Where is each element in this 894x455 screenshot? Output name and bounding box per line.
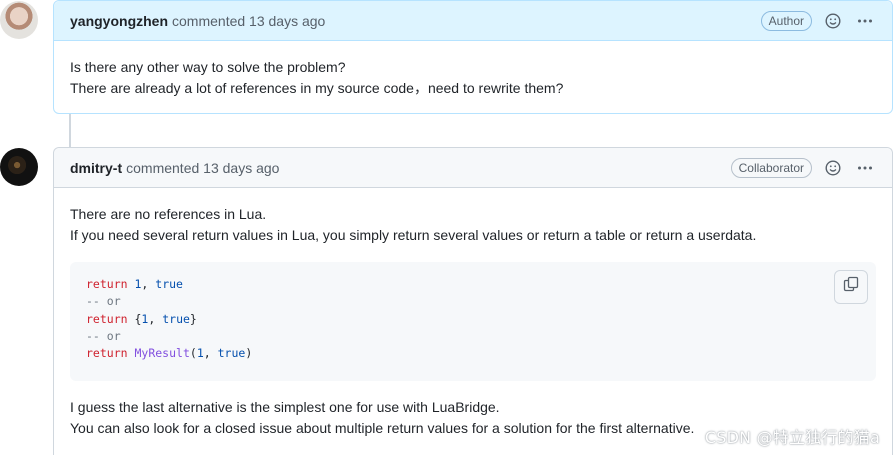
code-line: return MyResult(1, true): [86, 346, 253, 361]
code-line: return 1, true: [86, 277, 183, 291]
kebab-horizontal-icon[interactable]: [854, 10, 876, 32]
author-badge: Author: [760, 10, 812, 31]
avatar-dmitry-t[interactable]: [0, 148, 38, 186]
comment-header: yangyongzhen commented 13 days ago Autho…: [54, 1, 892, 41]
comment-text-line: There are no references in Lua.: [70, 206, 267, 222]
smiley-icon[interactable]: [822, 157, 844, 179]
comment-text-line: Is there any other way to solve the prob…: [70, 59, 346, 75]
avatar-yangyongzhen[interactable]: [0, 1, 38, 39]
comment-header: dmitry-t commented 13 days ago Collabora…: [54, 148, 892, 188]
copy-button[interactable]: [834, 270, 868, 304]
comment-text-line: I guess the last alternative is the simp…: [70, 399, 500, 415]
comment-timestamp[interactable]: commented 13 days ago: [172, 13, 325, 29]
code-block[interactable]: return 1, true -- or return {1, true} --…: [70, 262, 876, 381]
comment-text-line: There are already a lot of references in…: [70, 80, 564, 96]
comment-body: Is there any other way to solve the prob…: [54, 41, 892, 99]
comment-text-line: If you need several return values in Lua…: [70, 227, 757, 243]
code-line: return {1, true}: [86, 311, 197, 326]
comment-author[interactable]: yangyongzhen: [70, 13, 168, 29]
kebab-horizontal-icon[interactable]: [854, 157, 876, 179]
code-line: -- or: [86, 328, 121, 343]
comment-card-1: yangyongzhen commented 13 days ago Autho…: [53, 0, 893, 114]
code-line: -- or: [86, 294, 121, 309]
smiley-icon[interactable]: [822, 10, 844, 32]
comment-body: There are no references in Lua. If you n…: [54, 188, 892, 439]
comment-timestamp[interactable]: commented 13 days ago: [126, 160, 279, 176]
comment-author[interactable]: dmitry-t: [70, 160, 122, 176]
watermark: CSDN @特立独行的猫a: [704, 428, 880, 447]
comment-card-2: dmitry-t commented 13 days ago Collabora…: [53, 147, 893, 455]
collaborator-badge: Collaborator: [730, 157, 812, 178]
copy-icon: [843, 276, 859, 297]
timeline-connector: [69, 114, 71, 148]
